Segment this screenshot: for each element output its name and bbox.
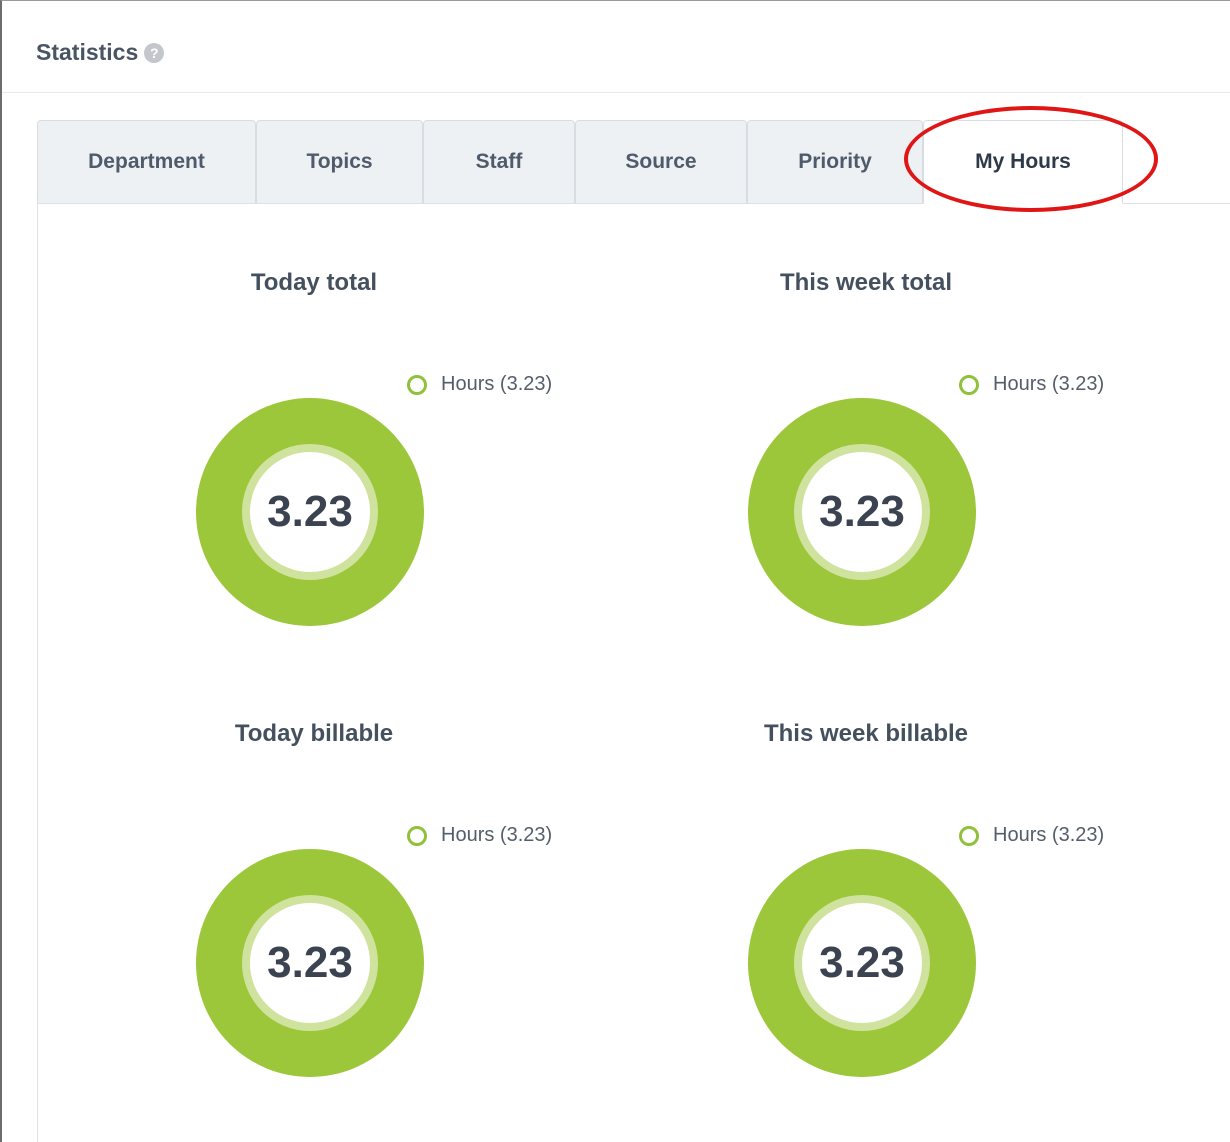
my-hours-content: Today total Hours (3.23) 3.23 This week … [37,203,1230,1142]
panel-today-total: Today total Hours (3.23) 3.23 [38,203,590,643]
legend-label: Hours (3.23) [993,824,1105,846]
donut-chart: 3.23 [747,397,977,627]
panel-title: Today total [250,269,378,296]
donut-center-value: 3.23 [819,487,905,536]
legend-circle-icon [407,374,427,395]
page-title: Statistics ? [36,39,165,66]
legend-circle-icon [407,825,427,846]
panel-title: This week billable [763,720,969,747]
page-header: Statistics ? [2,1,1230,93]
chart-legend[interactable]: Hours (3.23) [407,373,552,396]
tab-department[interactable]: Department [37,120,256,204]
legend-label: Hours (3.23) [441,824,553,846]
tab-topics[interactable]: Topics [256,120,423,204]
help-icon[interactable]: ? [144,42,165,63]
legend-circle-icon [959,825,979,846]
donut-chart: 3.23 [747,848,977,1078]
panel-today-billable: Today billable Hours (3.23) 3.23 [38,654,590,1094]
legend-circle-icon [959,374,979,395]
donut-chart: 3.23 [195,848,425,1078]
panel-title: Today billable [234,720,394,747]
chart-legend[interactable]: Hours (3.23) [959,824,1104,847]
chart-legend[interactable]: Hours (3.23) [959,373,1104,396]
page-title-text: Statistics [36,39,139,65]
panel-this-week-billable: This week billable Hours (3.23) 3.23 [590,654,1142,1094]
chart-legend[interactable]: Hours (3.23) [407,824,552,847]
donut-center-value: 3.23 [819,938,905,987]
statistics-window: Statistics ? Department Topics Staff Sou… [0,0,1230,1142]
donut-chart: 3.23 [195,397,425,627]
tab-priority[interactable]: Priority [747,120,923,204]
panel-this-week-total: This week total Hours (3.23) 3.23 [590,203,1142,643]
legend-label: Hours (3.23) [441,373,553,395]
donut-center-value: 3.23 [267,938,353,987]
statistics-tabs: Department Topics Staff Source Priority … [37,120,1230,204]
donut-center-value: 3.23 [267,487,353,536]
panel-title: This week total [779,269,953,296]
legend-label: Hours (3.23) [993,373,1105,395]
tab-my-hours[interactable]: My Hours [923,120,1123,204]
tab-staff[interactable]: Staff [423,120,575,204]
tab-source[interactable]: Source [575,120,747,204]
